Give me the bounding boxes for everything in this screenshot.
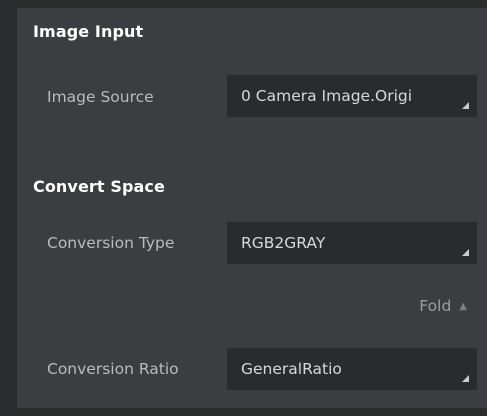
fold-toggle[interactable]: Fold ▲ — [419, 297, 467, 315]
conversion-type-value: RGB2GRAY — [241, 234, 326, 252]
section-title-image-input: Image Input — [33, 22, 144, 41]
conversion-type-label: Conversion Type — [47, 234, 175, 252]
dropdown-corner-icon — [462, 375, 469, 382]
image-source-dropdown[interactable]: 0 Camera Image.Origi — [227, 75, 477, 117]
conversion-type-dropdown[interactable]: RGB2GRAY — [227, 222, 477, 264]
image-source-label: Image Source — [47, 88, 154, 106]
triangle-up-icon: ▲ — [459, 300, 467, 312]
fold-label: Fold — [419, 297, 452, 315]
image-source-value: 0 Camera Image.Origi — [241, 87, 413, 105]
conversion-ratio-dropdown[interactable]: GeneralRatio — [227, 348, 477, 390]
dropdown-corner-icon — [462, 249, 469, 256]
dropdown-corner-icon — [462, 102, 469, 109]
section-title-convert-space: Convert Space — [33, 177, 165, 196]
parameter-panel: Image Input Image Source 0 Camera Image.… — [17, 8, 487, 408]
conversion-ratio-value: GeneralRatio — [241, 360, 342, 378]
conversion-ratio-label: Conversion Ratio — [47, 360, 179, 378]
